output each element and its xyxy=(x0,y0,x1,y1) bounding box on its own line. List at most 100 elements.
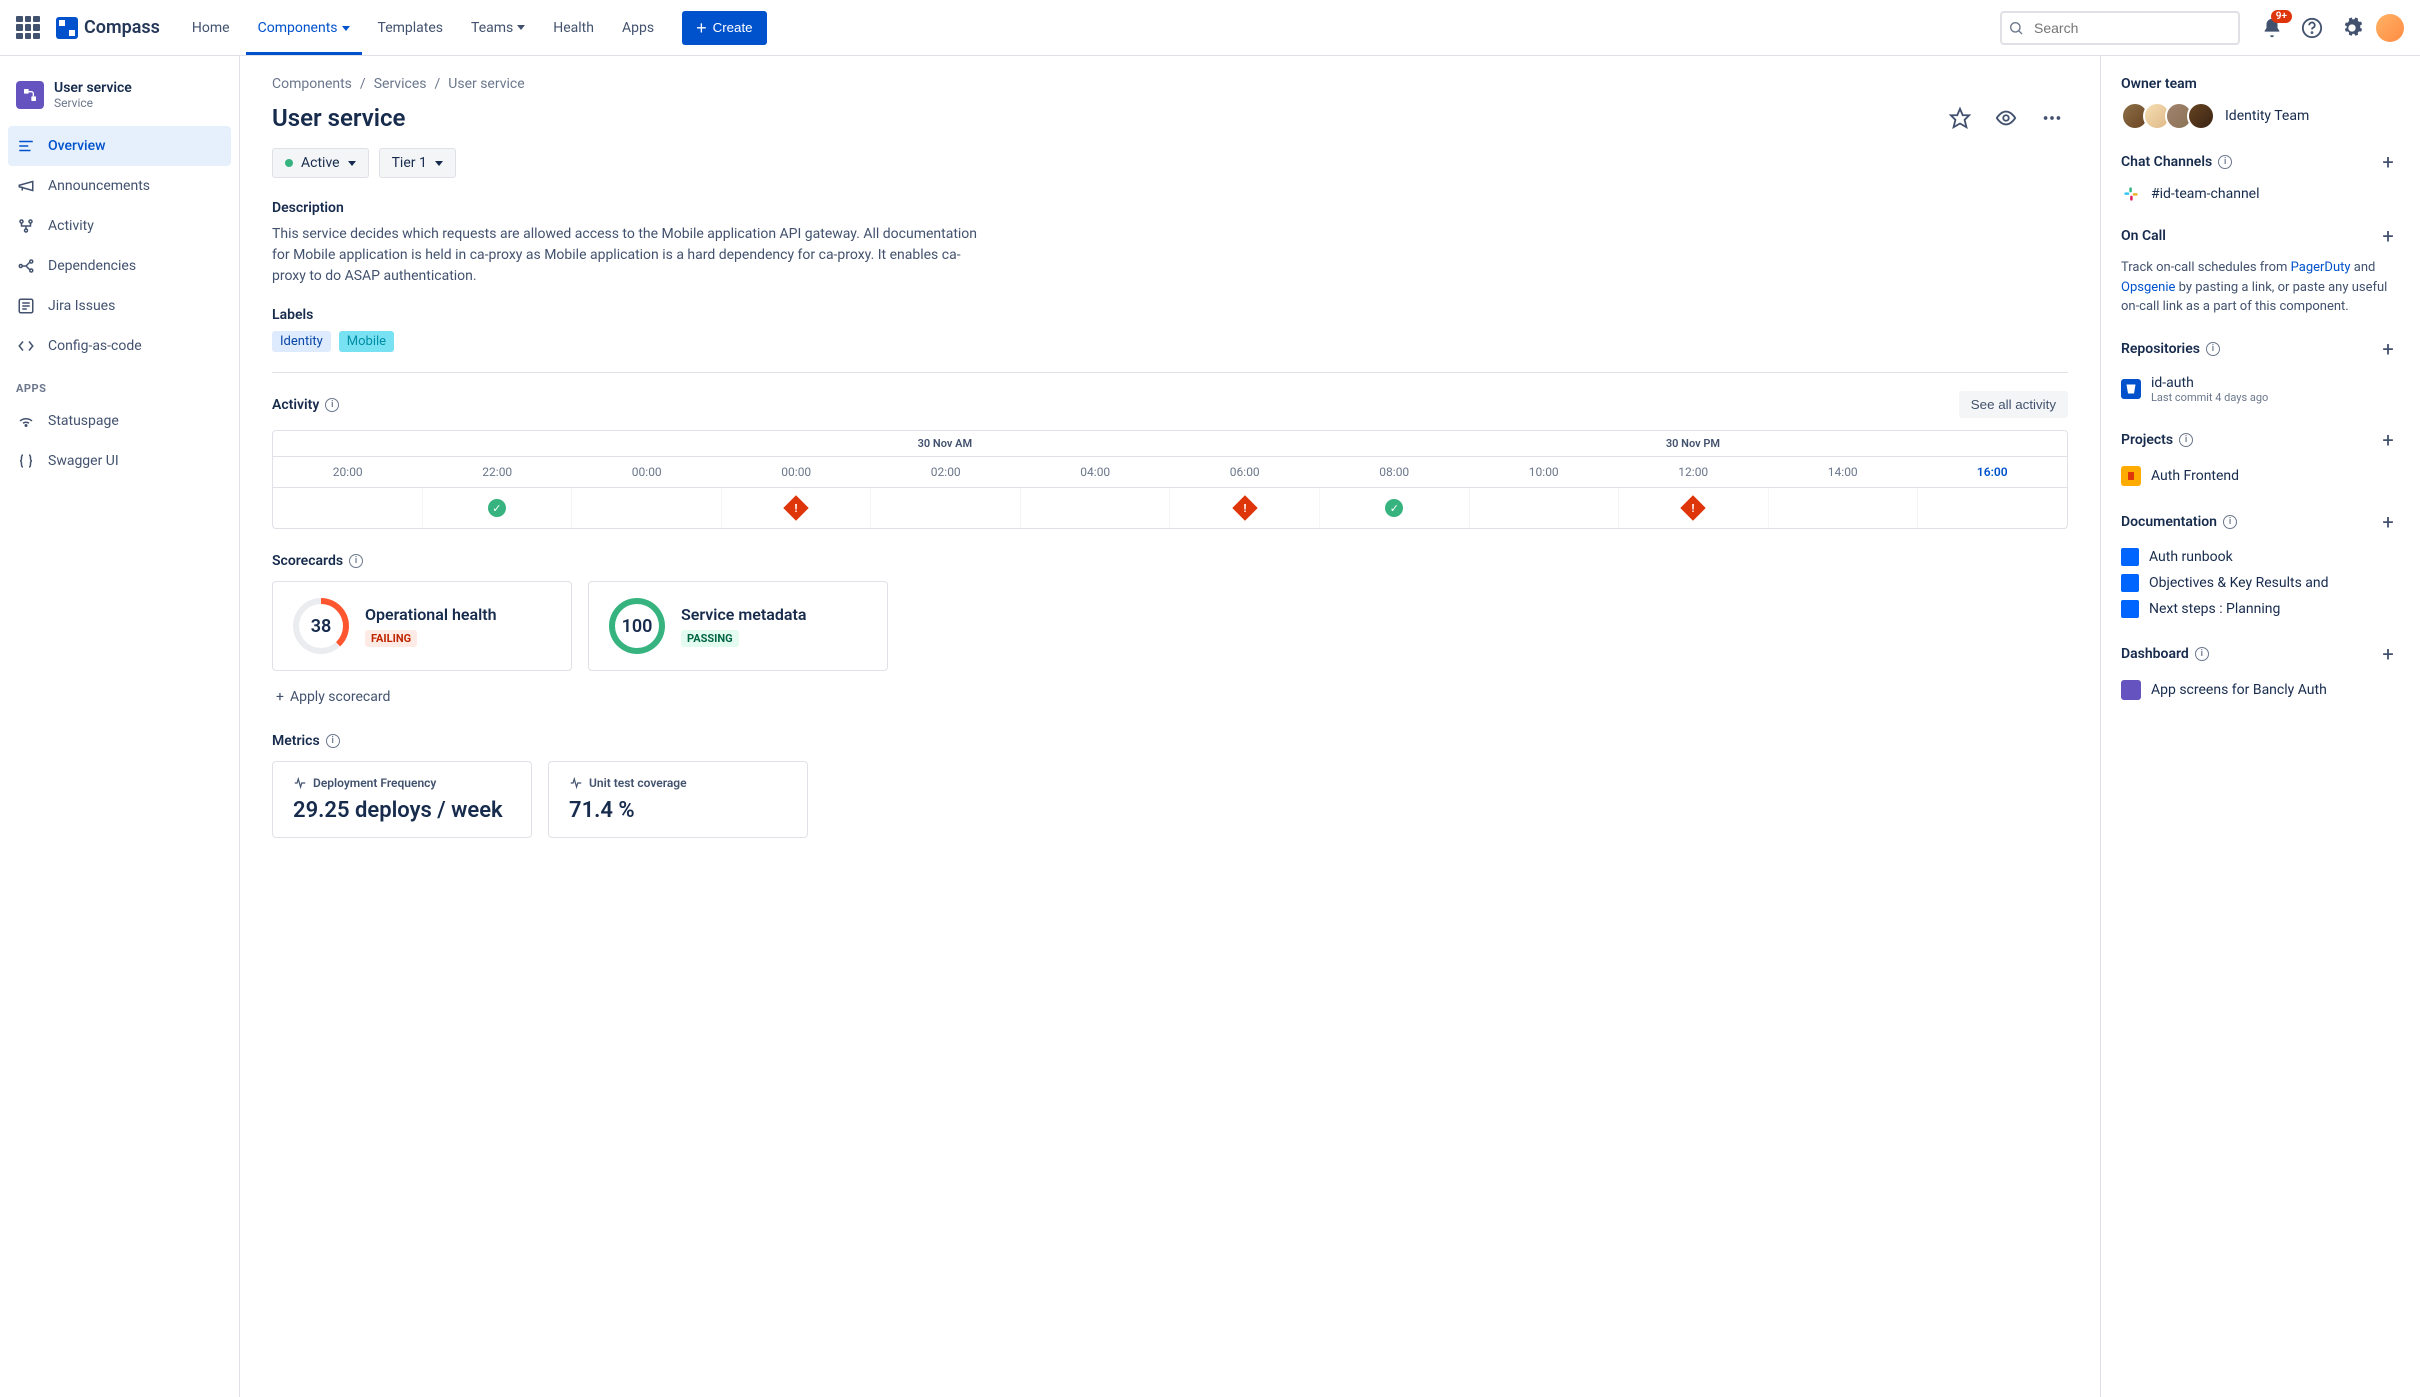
sidebar-item-config[interactable]: Config-as-code xyxy=(0,326,239,366)
watch-button[interactable] xyxy=(1990,102,2022,134)
event-alert-icon[interactable]: ! xyxy=(1232,495,1257,520)
info-icon[interactable]: i xyxy=(2223,515,2237,529)
sidebar-item-dependencies[interactable]: Dependencies xyxy=(0,246,239,286)
sidebar-item-activity[interactable]: Activity xyxy=(0,206,239,246)
add-chat-button[interactable]: + xyxy=(2376,150,2400,174)
info-icon[interactable]: i xyxy=(2218,155,2232,169)
info-icon[interactable]: i xyxy=(325,398,339,412)
user-avatar[interactable] xyxy=(2376,14,2404,42)
top-nav: Compass Home Components Templates Teams … xyxy=(0,0,2420,56)
metric-label: Unit test coverage xyxy=(589,776,687,790)
repo-meta: Last commit 4 days ago xyxy=(2151,391,2268,404)
add-doc-button[interactable]: + xyxy=(2376,510,2400,534)
info-icon[interactable]: i xyxy=(2179,433,2193,447)
create-label: Create xyxy=(713,20,753,35)
sidebar-label: Announcements xyxy=(48,178,150,194)
scorecard-operational-health[interactable]: 38 Operational health FAILING xyxy=(272,581,572,671)
info-icon[interactable]: i xyxy=(2206,342,2220,356)
doc-name: Objectives & Key Results and xyxy=(2149,575,2329,591)
nav-home[interactable]: Home xyxy=(180,1,242,54)
create-button[interactable]: +Create xyxy=(682,11,767,45)
add-repo-button[interactable]: + xyxy=(2376,337,2400,361)
project-row[interactable]: Auth Frontend xyxy=(2121,462,2400,490)
projects-heading: Projects xyxy=(2121,432,2173,448)
sidebar-item-announcements[interactable]: Announcements xyxy=(0,166,239,206)
page-header: User service xyxy=(272,102,2068,134)
scorecard-title: Operational health xyxy=(365,605,497,624)
labels-heading: Labels xyxy=(272,307,2068,323)
oncall-heading: On Call xyxy=(2121,228,2166,244)
eye-icon xyxy=(1995,107,2017,129)
scorecards: 38 Operational health FAILING 100 Servic… xyxy=(272,581,2068,671)
overview-icon xyxy=(16,136,36,156)
logo[interactable]: Compass xyxy=(56,17,160,39)
doc-row[interactable]: Objectives & Key Results and xyxy=(2121,570,2400,596)
sidebar-item-statuspage[interactable]: Statuspage xyxy=(0,401,239,441)
help-button[interactable] xyxy=(2296,12,2328,44)
nav-templates[interactable]: Templates xyxy=(366,1,456,54)
description-body: This service decides which requests are … xyxy=(272,224,992,287)
search-icon xyxy=(2008,20,2024,36)
wifi-icon xyxy=(16,411,36,431)
topnav-icons: 9+ xyxy=(2256,12,2404,44)
nav-teams[interactable]: Teams xyxy=(459,1,537,54)
doc-row[interactable]: Next steps : Planning xyxy=(2121,596,2400,622)
see-all-activity-button[interactable]: See all activity xyxy=(1959,391,2068,418)
opsgenie-link[interactable]: Opsgenie xyxy=(2121,280,2175,295)
pagerduty-link[interactable]: PagerDuty xyxy=(2291,260,2351,275)
apply-scorecard-button[interactable]: +Apply scorecard xyxy=(272,681,2068,713)
search-input[interactable] xyxy=(2000,11,2240,45)
dashboard-row[interactable]: App screens for Bancly Auth xyxy=(2121,676,2400,704)
breadcrumb-current: User service xyxy=(448,76,524,92)
info-icon[interactable]: i xyxy=(2195,647,2209,661)
tl-time: 08:00 xyxy=(1320,457,1470,487)
labels: Identity Mobile xyxy=(272,331,2068,352)
event-success-icon[interactable]: ✓ xyxy=(488,499,506,517)
notifications-button[interactable]: 9+ xyxy=(2256,12,2288,44)
info-icon[interactable]: i xyxy=(349,554,363,568)
sidebar-label: Swagger UI xyxy=(48,453,119,469)
event-alert-icon[interactable]: ! xyxy=(783,495,808,520)
timeline-day-pm: 30 Nov PM xyxy=(1319,431,2067,456)
settings-button[interactable] xyxy=(2336,12,2368,44)
chat-heading: Chat Channels xyxy=(2121,154,2212,170)
doc-name: Next steps : Planning xyxy=(2149,601,2280,617)
sidebar-item-swagger[interactable]: Swagger UI xyxy=(0,441,239,481)
status-pill[interactable]: Active xyxy=(272,148,369,178)
timeline-day-am: 30 Nov AM xyxy=(571,431,1319,456)
help-icon xyxy=(2301,17,2323,39)
scorecard-status: FAILING xyxy=(365,630,417,647)
label-mobile[interactable]: Mobile xyxy=(339,331,394,352)
score-ring: 100 xyxy=(609,598,665,654)
nav-components[interactable]: Components xyxy=(246,1,362,55)
chat-channel-row[interactable]: #id-team-channel xyxy=(2121,184,2400,204)
tier-pill[interactable]: Tier 1 xyxy=(379,148,456,178)
metric-deployment-frequency[interactable]: Deployment Frequency 29.25 deploys / wee… xyxy=(272,761,532,838)
more-button[interactable] xyxy=(2036,102,2068,134)
sidebar-item-overview[interactable]: Overview xyxy=(8,126,231,166)
add-oncall-button[interactable]: + xyxy=(2376,224,2400,248)
label-identity[interactable]: Identity xyxy=(272,331,331,352)
star-button[interactable] xyxy=(1944,102,1976,134)
sidebar-item-jira[interactable]: Jira Issues xyxy=(0,286,239,326)
add-project-button[interactable]: + xyxy=(2376,428,2400,452)
app-switcher-icon[interactable] xyxy=(16,16,40,40)
owner-team-row[interactable]: Identity Team xyxy=(2121,102,2400,130)
sidebar-label: Statuspage xyxy=(48,413,119,429)
event-alert-icon[interactable]: ! xyxy=(1681,495,1706,520)
add-dashboard-button[interactable]: + xyxy=(2376,642,2400,666)
tl-time: 22:00 xyxy=(423,457,573,487)
project-name: Auth Frontend xyxy=(2151,468,2239,484)
tl-time: 12:00 xyxy=(1619,457,1769,487)
metric-unit-test-coverage[interactable]: Unit test coverage 71.4 % xyxy=(548,761,808,838)
scorecard-service-metadata[interactable]: 100 Service metadata PASSING xyxy=(588,581,888,671)
repo-row[interactable]: id-auth Last commit 4 days ago xyxy=(2121,371,2400,408)
doc-row[interactable]: Auth runbook xyxy=(2121,544,2400,570)
info-icon[interactable]: i xyxy=(326,734,340,748)
event-success-icon[interactable]: ✓ xyxy=(1385,499,1403,517)
breadcrumb-components[interactable]: Components xyxy=(272,76,352,92)
breadcrumb-services[interactable]: Services xyxy=(374,76,427,92)
nav-health[interactable]: Health xyxy=(541,1,606,54)
nav-apps[interactable]: Apps xyxy=(610,1,666,54)
score-value: 38 xyxy=(311,616,332,637)
